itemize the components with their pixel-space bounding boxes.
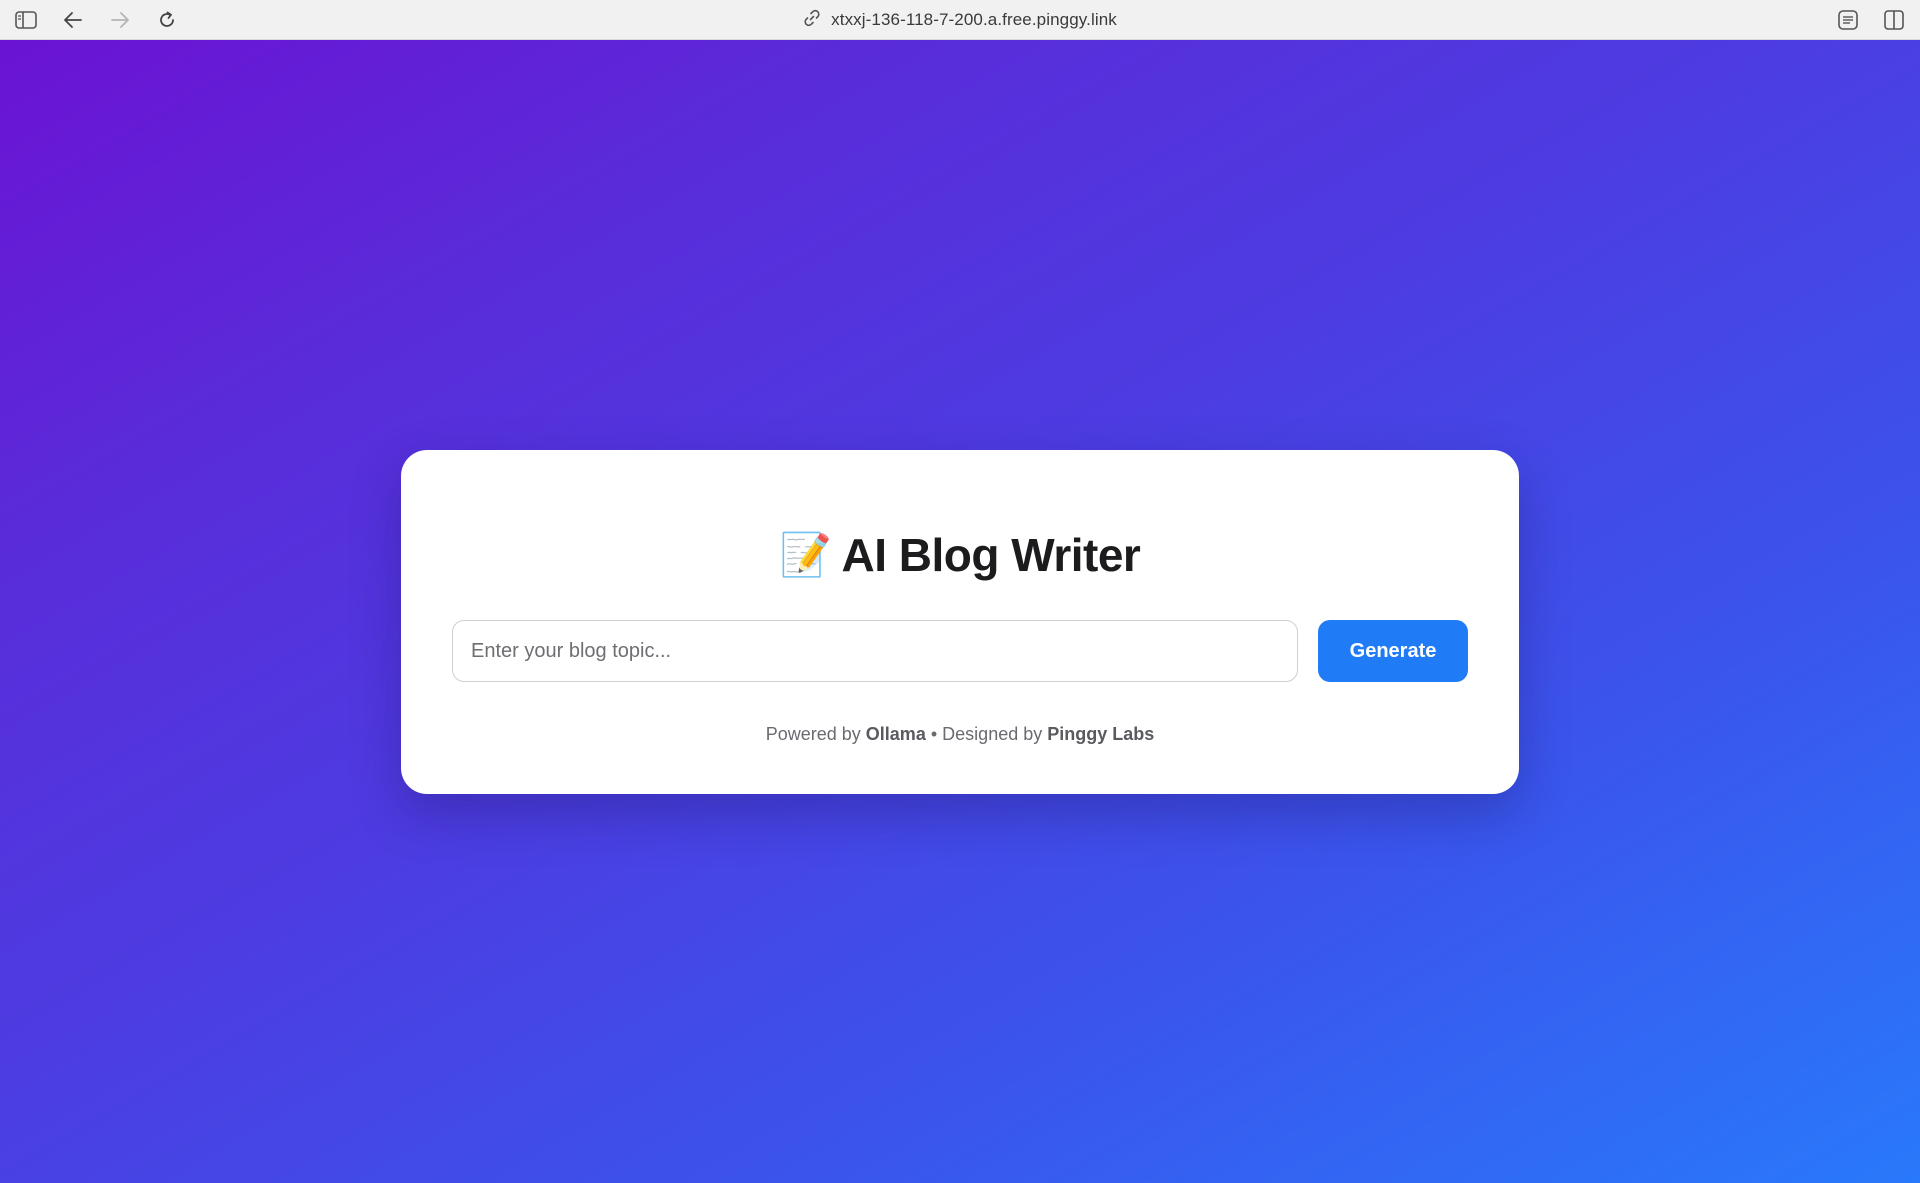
page-title: 📝 AI Blog Writer: [401, 528, 1519, 582]
footer-separator: •: [930, 724, 938, 744]
powered-by-label: Powered by: [765, 724, 861, 744]
page-background: 📝 AI Blog Writer Generate Powered by Oll…: [0, 40, 1920, 1183]
footer-credits: Powered by Ollama • Designed by Pinggy L…: [401, 724, 1519, 745]
designed-by-label: Designed by: [942, 724, 1043, 744]
forward-arrow-icon[interactable]: [108, 8, 132, 32]
back-arrow-icon[interactable]: [61, 8, 85, 32]
page-title-text: AI Blog Writer: [841, 529, 1141, 581]
address-bar[interactable]: xtxxj-136-118-7-200.a.free.pinggy.link: [803, 9, 1117, 32]
browser-toolbar: xtxxj-136-118-7-200.a.free.pinggy.link: [0, 0, 1920, 40]
ollama-name: Ollama: [865, 724, 926, 744]
generate-button[interactable]: Generate: [1318, 620, 1468, 682]
reload-icon[interactable]: [155, 8, 179, 32]
pinggy-labs-name: Pinggy Labs: [1047, 724, 1155, 744]
memo-icon: 📝: [779, 530, 832, 579]
link-icon: [803, 9, 821, 32]
sidebar-icon[interactable]: [14, 8, 38, 32]
reader-icon[interactable]: [1836, 8, 1860, 32]
blog-topic-input[interactable]: [452, 620, 1298, 682]
split-view-icon[interactable]: [1882, 8, 1906, 32]
blog-writer-card: 📝 AI Blog Writer Generate Powered by Oll…: [401, 450, 1519, 794]
url-text[interactable]: xtxxj-136-118-7-200.a.free.pinggy.link: [831, 10, 1117, 30]
